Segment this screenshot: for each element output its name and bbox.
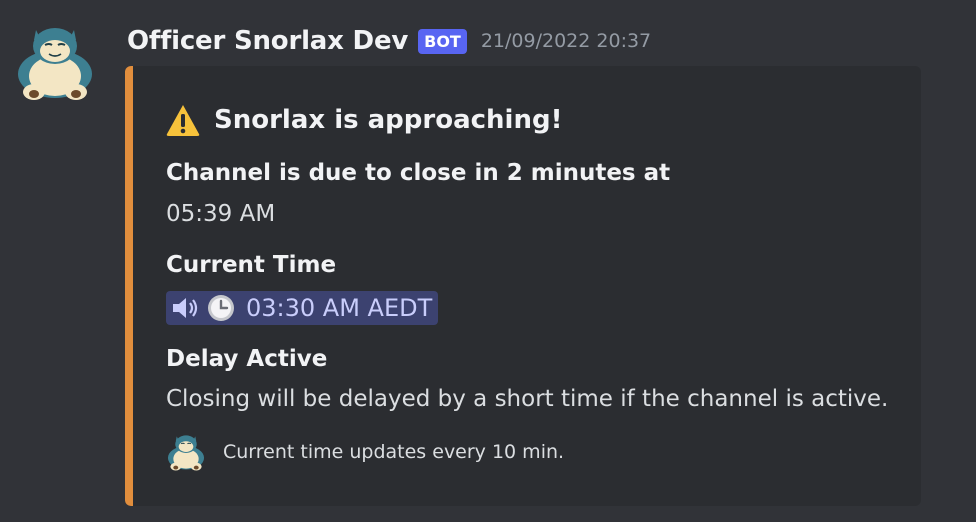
field-name-close-time: Channel is due to close in 2 minutes at	[166, 160, 671, 186]
speaker-icon	[173, 298, 198, 318]
snorlax-avatar-icon[interactable]	[14, 24, 96, 100]
embed-title: Snorlax is approaching!	[165, 102, 562, 138]
field-name-current-time: Current Time	[166, 252, 337, 278]
field-value-delay: Closing will be delayed by a short time …	[166, 386, 889, 412]
message-embed: Snorlax is approaching! Channel is due t…	[125, 66, 921, 506]
embed-title-text: Snorlax is approaching!	[214, 105, 563, 135]
message-header: Officer Snorlax Dev BOT 21/09/2022 20:37	[127, 24, 651, 58]
field-value-close-time: 05:39 AM	[166, 201, 276, 227]
current-time-value: 03:30 AM AEDT	[246, 294, 433, 322]
warning-icon	[166, 105, 200, 136]
author-name[interactable]: Officer Snorlax Dev	[127, 26, 408, 56]
clock-icon	[208, 295, 234, 321]
bot-badge: BOT	[418, 28, 467, 54]
chat-message: Officer Snorlax Dev BOT 21/09/2022 20:37…	[0, 0, 976, 522]
footer-text: Current time updates every 10 min.	[223, 441, 565, 463]
snorlax-footer-icon	[167, 435, 205, 471]
embed-footer: Current time updates every 10 min.	[166, 432, 564, 472]
message-timestamp[interactable]: 21/09/2022 20:37	[481, 30, 651, 52]
current-time-mention[interactable]: 03:30 AM AEDT	[166, 291, 439, 325]
field-name-delay: Delay Active	[166, 346, 328, 372]
